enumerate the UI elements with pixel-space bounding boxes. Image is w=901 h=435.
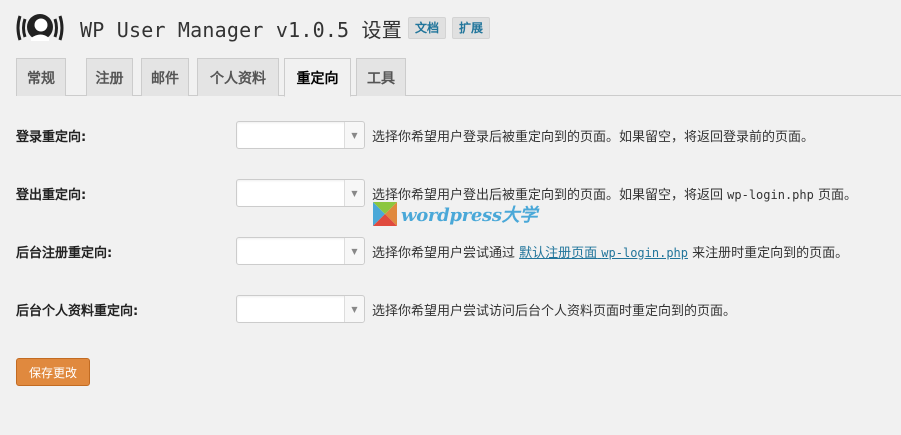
chevron-down-icon: ▼ (344, 180, 364, 206)
profile-redirect-select[interactable]: ▼ (236, 295, 365, 323)
page-header: WP User Manager v1.0.5 设置 文档 扩展 (14, 8, 490, 48)
chevron-down-icon: ▼ (344, 296, 364, 322)
register-desc-suffix: 来注册时重定向到的页面。 (688, 246, 849, 261)
logout-desc-code: wp-login.php (727, 188, 814, 202)
tab-emails[interactable]: 邮件 (141, 58, 189, 96)
login-redirect-select[interactable]: ▼ (236, 121, 365, 149)
docs-button[interactable]: 文档 (407, 17, 446, 39)
chevron-down-icon: ▼ (344, 122, 364, 148)
register-redirect-select[interactable]: ▼ (236, 237, 365, 265)
settings-tabs: 常规 注册 邮件 个人资料 重定向 工具 (16, 58, 901, 97)
register-link-code: wp-login.php (601, 246, 688, 260)
save-changes-button[interactable]: 保存更改 (16, 358, 90, 386)
default-register-page-link[interactable]: 默认注册页面 wp-login.php (519, 246, 688, 261)
page-title: WP User Manager v1.0.5 设置 (80, 17, 402, 42)
profile-redirect-description: 选择你希望用户尝试访问后台个人资料页面时重定向到的页面。 (372, 304, 737, 319)
login-redirect-description: 选择你希望用户登录后被重定向到的页面。如果留空，将返回登录前的页面。 (372, 130, 815, 145)
wpdaxue-logo-icon (373, 202, 397, 226)
tab-profile[interactable]: 个人资料 (197, 58, 279, 96)
register-redirect-description: 选择你希望用户尝试通过 默认注册页面 wp-login.php 来注册时重定向到… (372, 242, 848, 261)
register-link-text: 默认注册页面 (519, 246, 598, 261)
logout-redirect-label: 登出重定向: (16, 188, 87, 203)
tab-tools[interactable]: 工具 (356, 58, 406, 96)
logout-desc-suffix: 页面。 (813, 188, 857, 203)
tab-registration[interactable]: 注册 (86, 58, 133, 96)
login-redirect-label: 登录重定向: (16, 130, 87, 145)
extensions-button[interactable]: 扩展 (451, 17, 490, 39)
watermark-text: wordpress大学 (401, 205, 538, 226)
chevron-down-icon: ▼ (344, 238, 364, 264)
register-desc-text: 选择你希望用户尝试通过 (372, 246, 520, 261)
wpum-logo-icon (16, 14, 64, 41)
register-redirect-label: 后台注册重定向: (16, 246, 113, 261)
profile-redirect-label: 后台个人资料重定向: (16, 304, 139, 319)
logout-redirect-select[interactable]: ▼ (236, 179, 365, 207)
tab-redirects[interactable]: 重定向 (284, 58, 351, 97)
watermark: wordpress大学 (373, 200, 537, 228)
tab-general[interactable]: 常规 (16, 58, 66, 96)
